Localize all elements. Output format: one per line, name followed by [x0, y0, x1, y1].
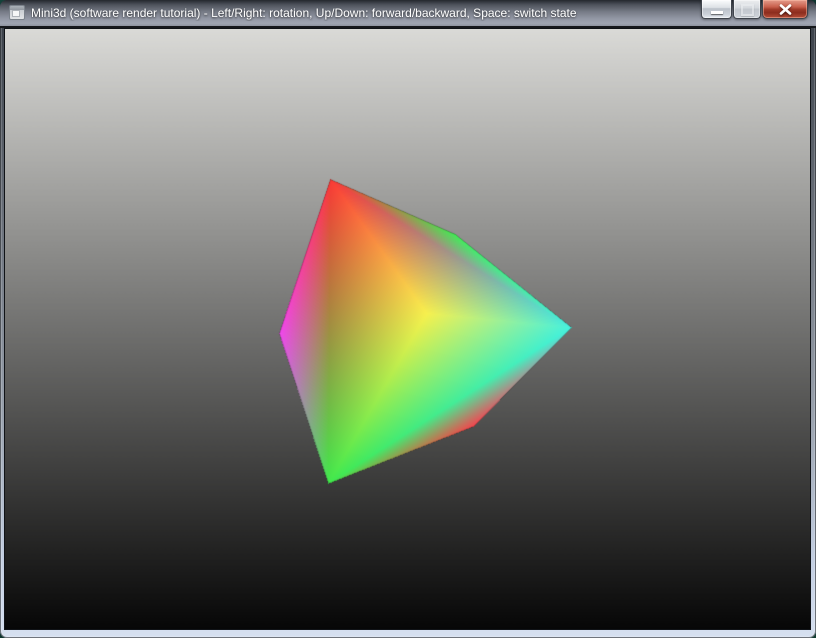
application-icon-pane	[12, 10, 20, 17]
render-canvas	[5, 29, 810, 629]
window-title: Mini3d (software render tutorial) - Left…	[31, 6, 686, 21]
application-icon	[9, 5, 25, 20]
minimize-icon	[711, 11, 723, 14]
title-bar[interactable]: Mini3d (software render tutorial) - Left…	[0, 0, 816, 28]
render-viewport	[4, 28, 811, 630]
maximize-button[interactable]	[733, 0, 761, 19]
maximize-icon	[741, 4, 754, 16]
app-window: Mini3d (software render tutorial) - Left…	[0, 0, 816, 638]
window-controls	[701, 0, 808, 19]
close-button[interactable]	[762, 0, 808, 19]
minimize-button[interactable]	[701, 0, 732, 19]
close-icon	[779, 4, 792, 15]
